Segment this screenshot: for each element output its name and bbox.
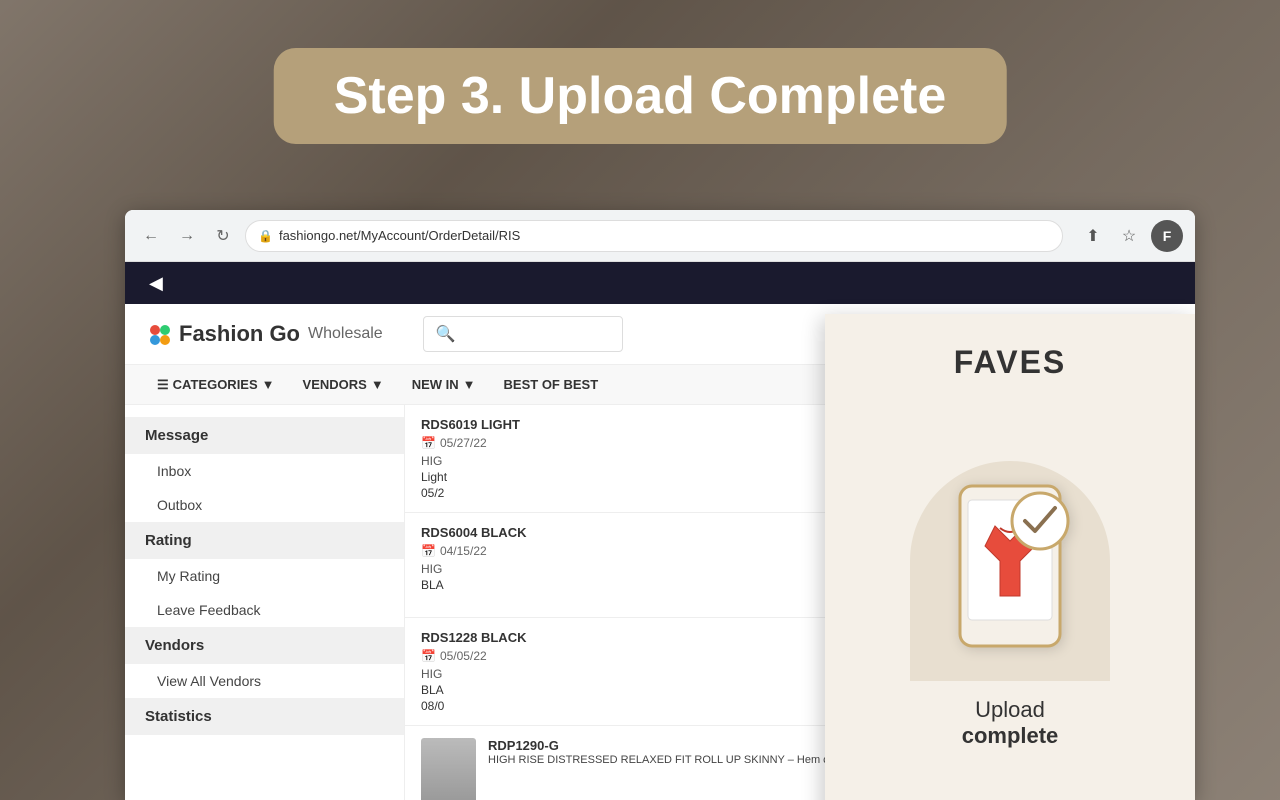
upload-line1: Upload — [962, 697, 1059, 723]
calendar-icon: 📅 — [421, 544, 436, 558]
address-bar[interactable]: 🔒 fashiongo.net/MyAccount/OrderDetail/RI… — [245, 220, 1063, 252]
url-text: fashiongo.net/MyAccount/OrderDetail/RIS — [279, 228, 1050, 243]
nav-vendors[interactable]: VENDORS ▼ — [291, 369, 396, 400]
step-banner-text: Step 3. Upload Complete — [334, 67, 947, 125]
popup-arch-container — [890, 401, 1130, 681]
website: ◀ Fashion Go Wholesale 🔍 ☰ CAT — [125, 262, 1195, 800]
nav-categories[interactable]: ☰ CATEGORIES ▼ — [145, 369, 287, 401]
nav-new-in[interactable]: NEW IN ▼ — [400, 369, 488, 400]
bookmark-button[interactable]: ☆ — [1115, 222, 1143, 250]
sidebar-section-message: Message — [125, 417, 404, 454]
vendors-chevron: ▼ — [371, 377, 384, 392]
lock-icon: 🔒 — [258, 229, 273, 243]
sidebar-section-rating: Rating — [125, 522, 404, 559]
calendar-icon: 📅 — [421, 649, 436, 663]
collapse-sidebar-button[interactable]: ◀ — [141, 269, 171, 298]
step-banner: Step 3. Upload Complete — [274, 48, 1007, 144]
categories-chevron: ▼ — [262, 377, 275, 392]
vendors-label: VENDORS — [303, 377, 367, 392]
upload-line2: complete — [962, 723, 1059, 749]
browser-window: ← → ↻ 🔒 fashiongo.net/MyAccount/OrderDet… — [125, 210, 1195, 800]
best-of-best-label: BEST OF BEST — [504, 377, 599, 392]
sidebar-item-leave-feedback[interactable]: Leave Feedback — [125, 593, 404, 627]
toolbar-icons: ⬆ ☆ F — [1079, 220, 1183, 252]
phone-icon-container — [930, 466, 1090, 671]
brand-subtitle: Wholesale — [308, 325, 383, 343]
reload-button[interactable]: ↻ — [209, 222, 237, 250]
profile-button[interactable]: F — [1151, 220, 1183, 252]
browser-chrome: ← → ↻ 🔒 fashiongo.net/MyAccount/OrderDet… — [125, 210, 1195, 262]
hamburger-icon: ☰ — [157, 377, 169, 393]
nav-best-of-best[interactable]: BEST OF BEST — [492, 369, 611, 400]
product-image-small — [421, 738, 476, 800]
faves-title: FAVES — [954, 344, 1067, 381]
calendar-icon: 📅 — [421, 436, 436, 450]
brand: Fashion Go Wholesale — [145, 320, 383, 348]
sidebar-section-statistics: Statistics — [125, 698, 404, 735]
brand-name: Fashion Go — [179, 321, 300, 347]
sidebar: Message Inbox Outbox Rating My Rating Le… — [125, 405, 405, 800]
search-bar[interactable]: 🔍 — [423, 316, 623, 352]
back-button[interactable]: ← — [137, 222, 165, 250]
upload-complete-text: Upload complete — [962, 697, 1059, 749]
categories-label: CATEGORIES — [173, 377, 258, 392]
search-icon: 🔍 — [436, 324, 456, 344]
sidebar-section-vendors: Vendors — [125, 627, 404, 664]
sidebar-item-my-rating[interactable]: My Rating — [125, 559, 404, 593]
sidebar-item-inbox[interactable]: Inbox — [125, 454, 404, 488]
phone-checkmark-icon — [930, 466, 1090, 666]
forward-button[interactable]: → — [173, 222, 201, 250]
new-in-chevron: ▼ — [463, 377, 476, 392]
brand-logo-icon — [145, 320, 173, 348]
site-header: ◀ — [125, 262, 1195, 304]
sidebar-item-outbox[interactable]: Outbox — [125, 488, 404, 522]
new-in-label: NEW IN — [412, 377, 459, 392]
faves-popup: FAVES — [825, 314, 1195, 800]
share-button[interactable]: ⬆ — [1079, 222, 1107, 250]
sidebar-item-view-all-vendors[interactable]: View All Vendors — [125, 664, 404, 698]
